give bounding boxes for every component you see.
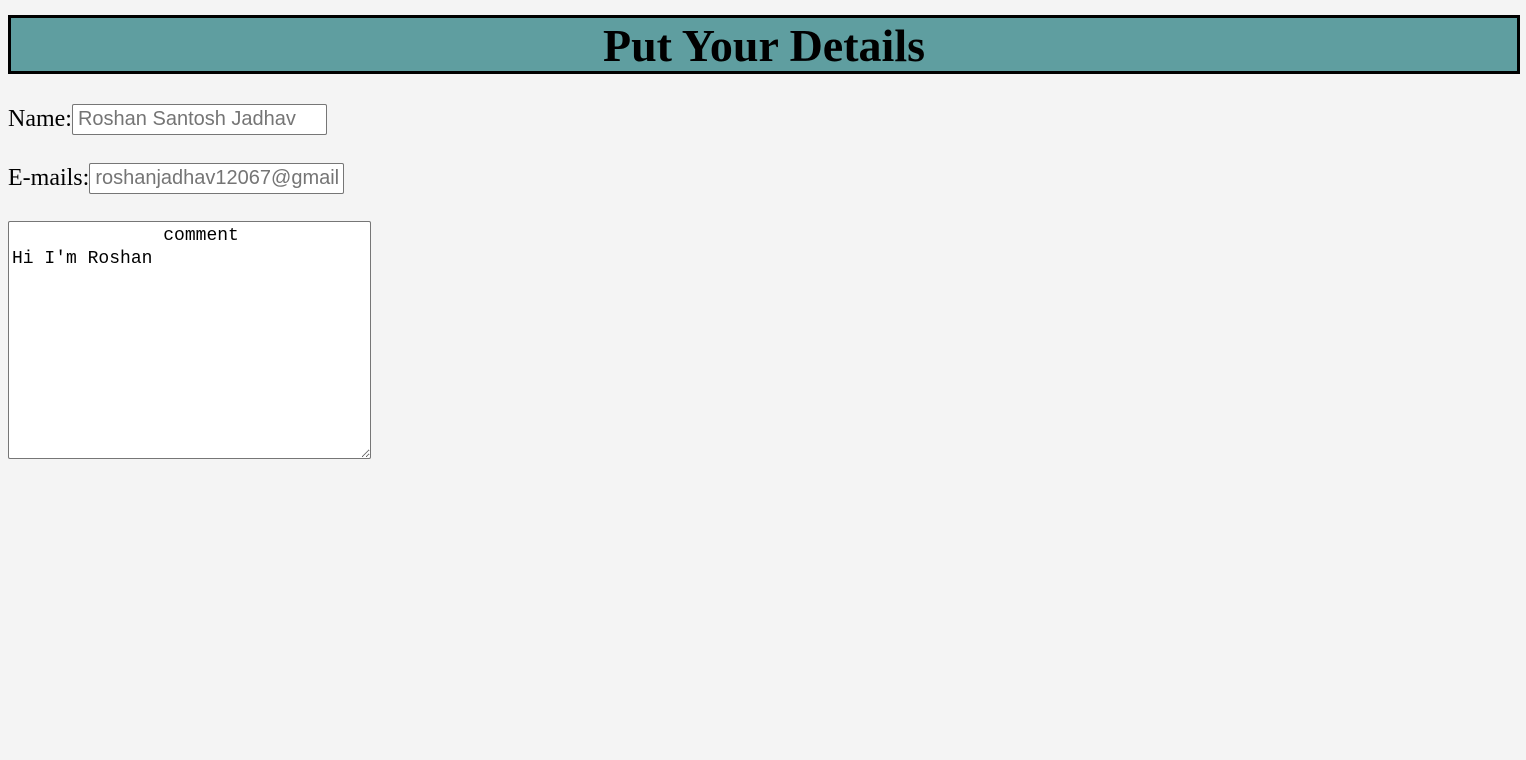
page-title: Put Your Details — [603, 19, 925, 71]
comment-textarea[interactable]: comment Hi I'm Roshan — [8, 221, 371, 459]
page-header: Put Your Details — [8, 15, 1520, 74]
name-label: Name: — [8, 106, 72, 132]
email-input[interactable] — [89, 162, 345, 194]
email-label: E-mails: — [8, 165, 90, 191]
name-row: Name: — [8, 103, 327, 135]
email-row: E-mails: — [8, 162, 345, 194]
name-input[interactable] — [71, 103, 327, 135]
